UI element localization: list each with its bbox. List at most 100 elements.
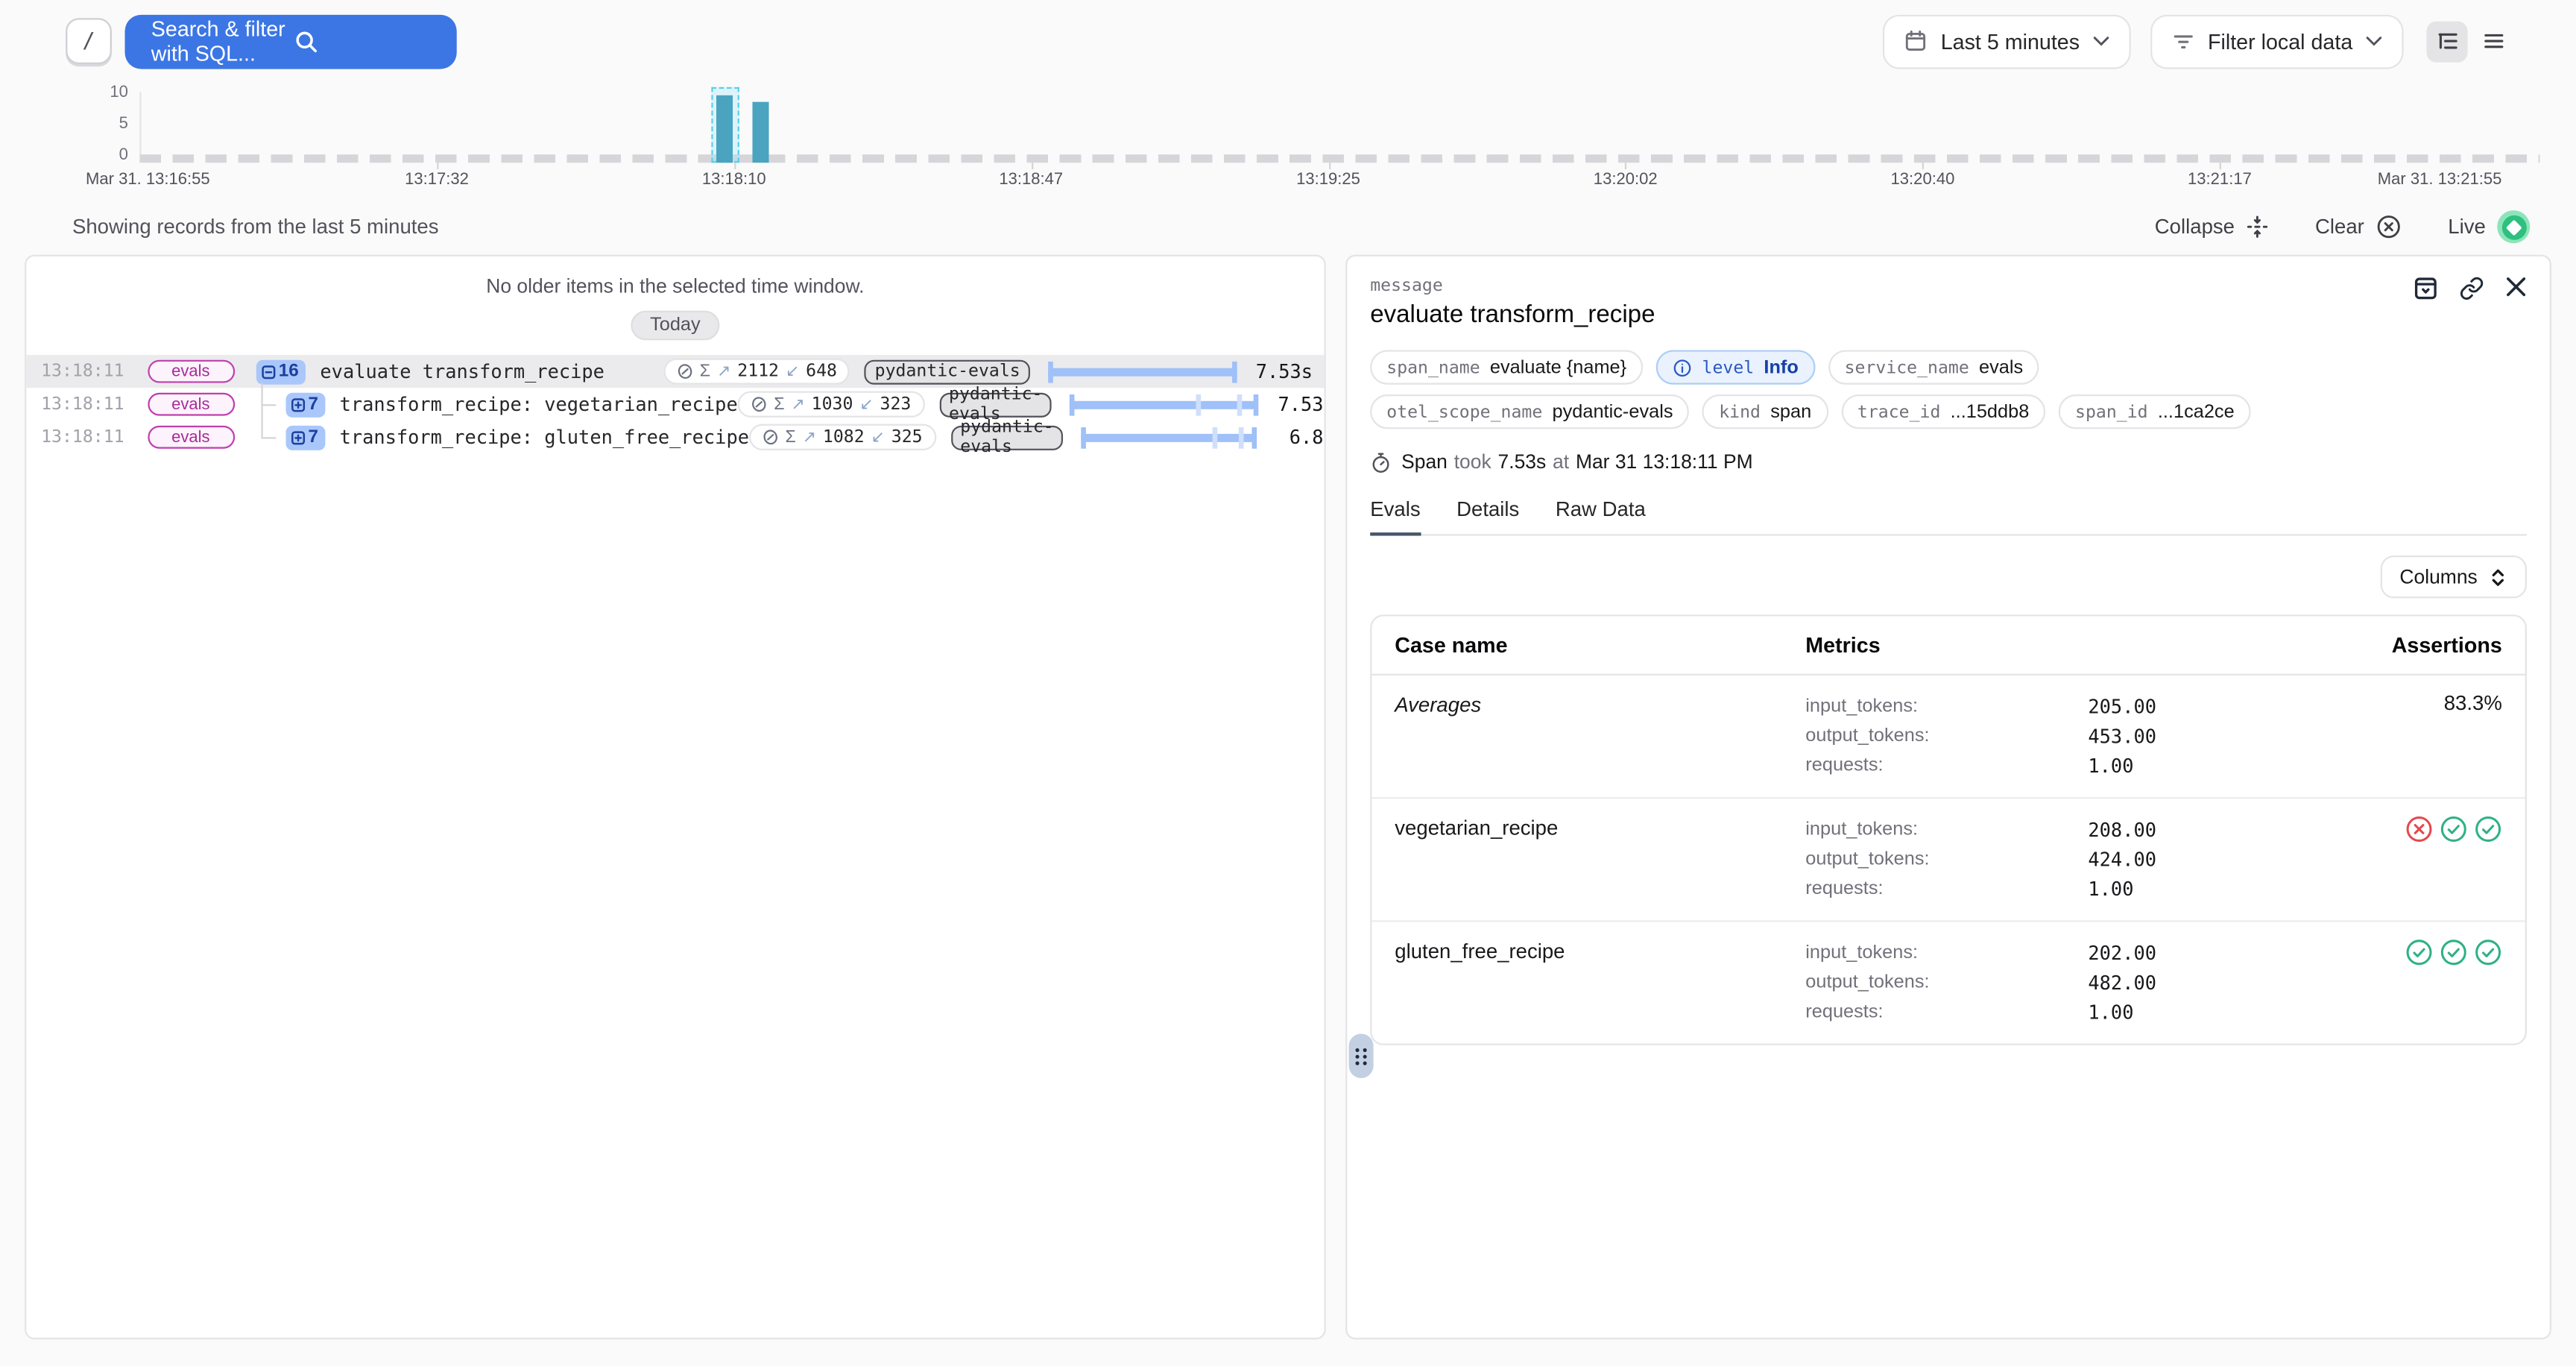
chip-key: service_name <box>1845 357 1969 377</box>
chip-span-name[interactable]: span_name evaluate {name} <box>1370 350 1643 384</box>
span-duration: 7.53s <box>1498 450 1547 473</box>
histogram-bar[interactable] <box>716 95 733 163</box>
assertion-pass-icon[interactable] <box>2440 939 2467 966</box>
case-name: gluten_free_recipe <box>1395 939 1805 1027</box>
row-timestamp: 13:18:11 <box>41 362 124 381</box>
y-tick-10: 10 <box>89 84 128 101</box>
assertions-percentage: 83.3% <box>2288 692 2502 781</box>
metric-value: 1.00 <box>2088 998 2288 1027</box>
trace-row-vegetarian-recipe[interactable]: 13:18:11 evals 7 transform_recipe: veget… <box>26 388 1324 421</box>
evals-table: Case name Metrics Assertions Averages in… <box>1370 614 2527 1045</box>
chevron-down-icon <box>2093 36 2109 45</box>
chip-kind[interactable]: kind span <box>1702 394 1828 429</box>
eval-row-averages[interactable]: Averages input_tokens: 205.00 output_tok… <box>1371 676 2525 799</box>
duration-text: 6.89s <box>1272 426 1326 449</box>
row-timestamp: 13:18:11 <box>41 394 124 414</box>
histogram-bar[interactable] <box>752 102 768 163</box>
service-badge[interactable]: evals <box>147 426 234 449</box>
tokens-out: 648 <box>806 362 837 381</box>
tree-view-button[interactable] <box>2426 21 2467 62</box>
assertion-pass-icon[interactable] <box>2474 939 2501 966</box>
live-indicator-icon[interactable] <box>2497 210 2530 243</box>
coin-icon <box>677 363 693 380</box>
panel-resize-handle[interactable] <box>1349 1033 1374 1078</box>
list-view-button[interactable] <box>2472 21 2513 62</box>
case-name: vegetarian_recipe <box>1395 815 1805 904</box>
scope-tag[interactable]: pydantic-evals <box>939 392 1052 417</box>
expand-children-badge[interactable]: 7 <box>285 425 325 450</box>
y-axis-line <box>139 92 141 163</box>
metric-value: 202.00 <box>2088 939 2288 969</box>
tree-connector-elbow <box>261 403 276 405</box>
assertion-fail-icon[interactable] <box>2405 815 2433 843</box>
close-icon[interactable] <box>2505 276 2527 300</box>
filter-label: Filter local data <box>2208 29 2352 54</box>
chip-service-name[interactable]: service_name evals <box>1828 350 2040 384</box>
metric-value: 424.00 <box>2088 845 2288 875</box>
chip-otel-scope-name[interactable]: otel_scope_name pydantic-evals <box>1370 394 1689 429</box>
span-name: transform_recipe: gluten_free_recipe <box>340 426 749 449</box>
metric-value: 482.00 <box>2088 968 2288 998</box>
columns-button[interactable]: Columns <box>2380 555 2527 598</box>
trace-row-gluten-free-recipe[interactable]: 13:18:11 evals 7 transform_recipe: glute… <box>26 421 1324 453</box>
status-bar: Showing records from the last 5 minutes … <box>72 204 2530 250</box>
expand-children-badge[interactable]: 7 <box>285 392 325 417</box>
detail-panel-actions <box>2414 276 2527 300</box>
chip-value: ...15ddb8 <box>1951 402 2030 421</box>
metric-value: 1.00 <box>2088 751 2288 781</box>
copy-link-icon[interactable] <box>2460 276 2484 300</box>
collapse-button[interactable]: Collapse <box>2155 215 2269 239</box>
service-badge[interactable]: evals <box>147 360 234 383</box>
chip-level[interactable]: level Info <box>1656 350 1815 384</box>
assertion-pass-icon[interactable] <box>2440 815 2467 843</box>
assertion-pass-icon[interactable] <box>2474 815 2501 843</box>
clear-button[interactable]: Clear <box>2315 214 2402 240</box>
chip-key: span_name <box>1386 357 1480 377</box>
scope-tag[interactable]: pydantic-evals <box>950 425 1064 450</box>
metric-label: requests: <box>1805 875 2088 904</box>
clear-label: Clear <box>2315 215 2364 239</box>
service-badge[interactable]: evals <box>147 393 234 416</box>
x-axis-tick <box>734 163 736 169</box>
duration-bar <box>1048 361 1239 383</box>
collapse-label: Collapse <box>2155 215 2235 239</box>
attribute-chips: span_name evaluate {name} level Info ser… <box>1370 350 2355 429</box>
tab-evals[interactable]: Evals <box>1370 498 1420 536</box>
collapse-children-badge[interactable]: 16 <box>256 359 306 384</box>
showing-records-text: Showing records from the last 5 minutes <box>72 215 439 239</box>
trace-row-evaluate-transform-recipe[interactable]: 13:18:11 evals 16 evaluate transform_rec… <box>26 355 1324 388</box>
child-count: 7 <box>308 394 318 414</box>
chip-value: evals <box>1979 357 2023 377</box>
tokens-out: 325 <box>891 427 923 447</box>
info-icon <box>1673 357 1692 377</box>
plus-square-icon <box>290 429 305 444</box>
tokens-down-arrow-icon: ↙ <box>871 428 884 446</box>
assertion-pass-icon[interactable] <box>2405 939 2433 966</box>
duration-text: 7.53s <box>1261 393 1326 416</box>
slash-shortcut-key: / <box>66 18 112 64</box>
search-icon <box>294 29 438 54</box>
eval-row-gluten-free-recipe[interactable]: gluten_free_recipe input_tokens: 202.00 … <box>1371 922 2525 1044</box>
sigma-icon: Σ <box>785 427 795 447</box>
chip-span-id[interactable]: span_id ...1ca2ce <box>2059 394 2251 429</box>
tab-raw-data[interactable]: Raw Data <box>1556 498 1646 534</box>
scope-tag[interactable]: pydantic-evals <box>865 359 1030 384</box>
x-tick-label: 13:20:40 <box>1891 171 1955 189</box>
eval-row-vegetarian-recipe[interactable]: vegetarian_recipe input_tokens: 208.00 o… <box>1371 799 2525 922</box>
tokens-up-arrow-icon: ↗ <box>717 362 730 380</box>
live-toggle[interactable]: Live <box>2448 210 2530 243</box>
filter-icon <box>2171 30 2194 53</box>
token-stats-pill: Σ ↗ 1082 ↙ 325 <box>749 424 935 450</box>
dock-panel-bottom-icon[interactable] <box>2414 276 2438 300</box>
filter-local-data-dropdown[interactable]: Filter local data <box>2150 14 2404 69</box>
timeline-histogram[interactable]: 10 5 0 Mar 31. 13:16:55 13:17:32 13:18:1… <box>0 82 2576 197</box>
search-button[interactable]: Search & filter with SQL... <box>125 14 457 69</box>
trace-rows: 13:18:11 evals 16 evaluate transform_rec… <box>26 355 1324 453</box>
x-tick-label: Mar 31. 13:16:55 <box>86 171 210 189</box>
chip-trace-id[interactable]: trace_id ...15ddb8 <box>1841 394 2046 429</box>
y-tick-5: 5 <box>89 115 128 133</box>
sigma-icon: Σ <box>700 362 710 381</box>
plus-square-icon <box>290 397 305 412</box>
tab-details[interactable]: Details <box>1456 498 1519 534</box>
time-range-dropdown[interactable]: Last 5 minutes <box>1884 14 2131 69</box>
